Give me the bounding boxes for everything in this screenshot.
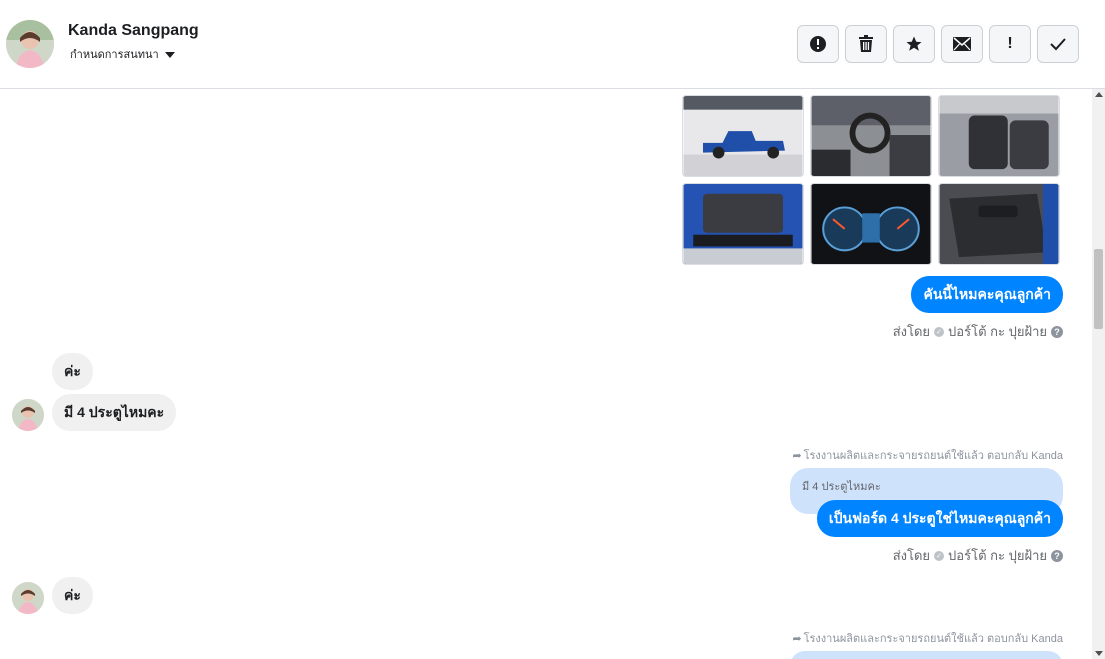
conversation-toolbar: ! xyxy=(797,25,1079,63)
quoted-message-partial[interactable] xyxy=(790,651,1063,659)
photo-seats[interactable] xyxy=(938,95,1060,177)
assign-conversation-dropdown[interactable]: กำหนดการสนทนา xyxy=(70,45,175,63)
scroll-thumb[interactable] xyxy=(1094,249,1103,329)
message-text: มี 4 ประตูไหมคะ xyxy=(64,403,165,420)
sent-by-line: ส่งโดย ✓ ปอร์โต้ กะ ปุยฝ้าย ? xyxy=(893,545,1063,566)
incoming-message[interactable]: มี 4 ประตูไหมคะ xyxy=(52,394,177,431)
spam-button[interactable] xyxy=(797,25,839,63)
check-icon xyxy=(1050,38,1066,51)
sent-by-name[interactable]: ปอร์โต้ กะ ปุยฝ้าย xyxy=(948,545,1047,566)
star-button[interactable] xyxy=(893,25,935,63)
reply-context-note: ➦ โรงงานผลิตและกระจายรถยนต์ใช้แล้ว ตอบกล… xyxy=(792,446,1063,464)
incoming-message[interactable]: ค่ะ xyxy=(52,577,93,614)
incoming-message[interactable]: ค่ะ xyxy=(52,353,93,390)
help-icon[interactable]: ? xyxy=(1051,549,1063,562)
reply-note-text: โรงงานผลิตและกระจายรถยนต์ใช้แล้ว ตอบกลับ… xyxy=(803,450,1063,462)
reply-arrow-icon: ➦ xyxy=(792,449,802,462)
sent-by-name[interactable]: ปอร์โต้ กะ ปุยฝ้าย xyxy=(948,321,1047,342)
thread-scrollbar[interactable] xyxy=(1092,89,1105,659)
outgoing-message[interactable]: เป็นฟอร์ด 4 ประตูใช่ไหมคะคุณลูกค้า xyxy=(816,500,1063,537)
envelope-icon xyxy=(953,37,971,51)
scroll-down-arrow-icon[interactable] xyxy=(1095,651,1103,656)
photo-door-panel[interactable] xyxy=(938,183,1060,265)
photo-gauges[interactable] xyxy=(810,183,932,265)
contact-avatar-small[interactable] xyxy=(12,582,44,614)
sent-by-line: ส่งโดย ✓ ปอร์โต้ กะ ปุยฝ้าย ? xyxy=(893,321,1063,342)
sent-by-label: ส่งโดย xyxy=(892,324,931,339)
star-icon xyxy=(906,36,922,51)
outgoing-message[interactable]: คันนี้ไหมคะคุณลูกค้า xyxy=(911,276,1063,313)
message-text: เป็นฟอร์ด 4 ประตูใช่ไหมคะคุณลูกค้า xyxy=(828,509,1051,526)
verified-check-icon: ✓ xyxy=(934,550,945,561)
sent-by-label: ส่งโดย xyxy=(892,548,931,563)
message-thread[interactable]: คันนี้ไหมคะคุณลูกค้า ส่งโดย ✓ ปอร์โต้ กะ… xyxy=(0,89,1092,659)
message-text: ค่ะ xyxy=(64,362,81,379)
mark-unread-button[interactable] xyxy=(941,25,983,63)
help-icon[interactable]: ? xyxy=(1051,325,1063,338)
message-text: ค่ะ xyxy=(64,586,81,603)
quoted-text: มี 4 ประตูไหมคะ xyxy=(802,481,881,493)
contact-avatar-small[interactable] xyxy=(12,399,44,431)
caret-down-icon xyxy=(164,51,175,58)
message-text: คันนี้ไหมคะคุณลูกค้า xyxy=(923,285,1051,302)
contact-avatar[interactable] xyxy=(6,20,54,68)
verified-check-icon: ✓ xyxy=(934,326,945,337)
assign-label: กำหนดการสนทนา xyxy=(70,49,159,61)
reply-note-text: โรงงานผลิตและกระจายรถยนต์ใช้แล้ว ตอบกลับ… xyxy=(803,633,1063,645)
photo-dashboard[interactable] xyxy=(810,95,932,177)
exclamation-icon: ! xyxy=(1007,35,1013,52)
trash-icon xyxy=(859,35,873,52)
alert-circle-icon xyxy=(810,36,826,52)
conversation-header: Kanda Sangpang กำหนดการสนทนา ! xyxy=(0,0,1105,89)
scroll-up-arrow-icon[interactable] xyxy=(1095,92,1103,97)
mark-done-button[interactable] xyxy=(1037,25,1079,63)
reply-context-note: ➦ โรงงานผลิตและกระจายรถยนต์ใช้แล้ว ตอบกล… xyxy=(792,629,1063,647)
photo-engine[interactable] xyxy=(682,183,804,265)
follow-up-button[interactable]: ! xyxy=(989,25,1031,63)
photo-truck-exterior[interactable] xyxy=(682,95,804,177)
delete-button[interactable] xyxy=(845,25,887,63)
contact-name[interactable]: Kanda Sangpang xyxy=(68,22,199,40)
reply-arrow-icon: ➦ xyxy=(792,632,802,645)
